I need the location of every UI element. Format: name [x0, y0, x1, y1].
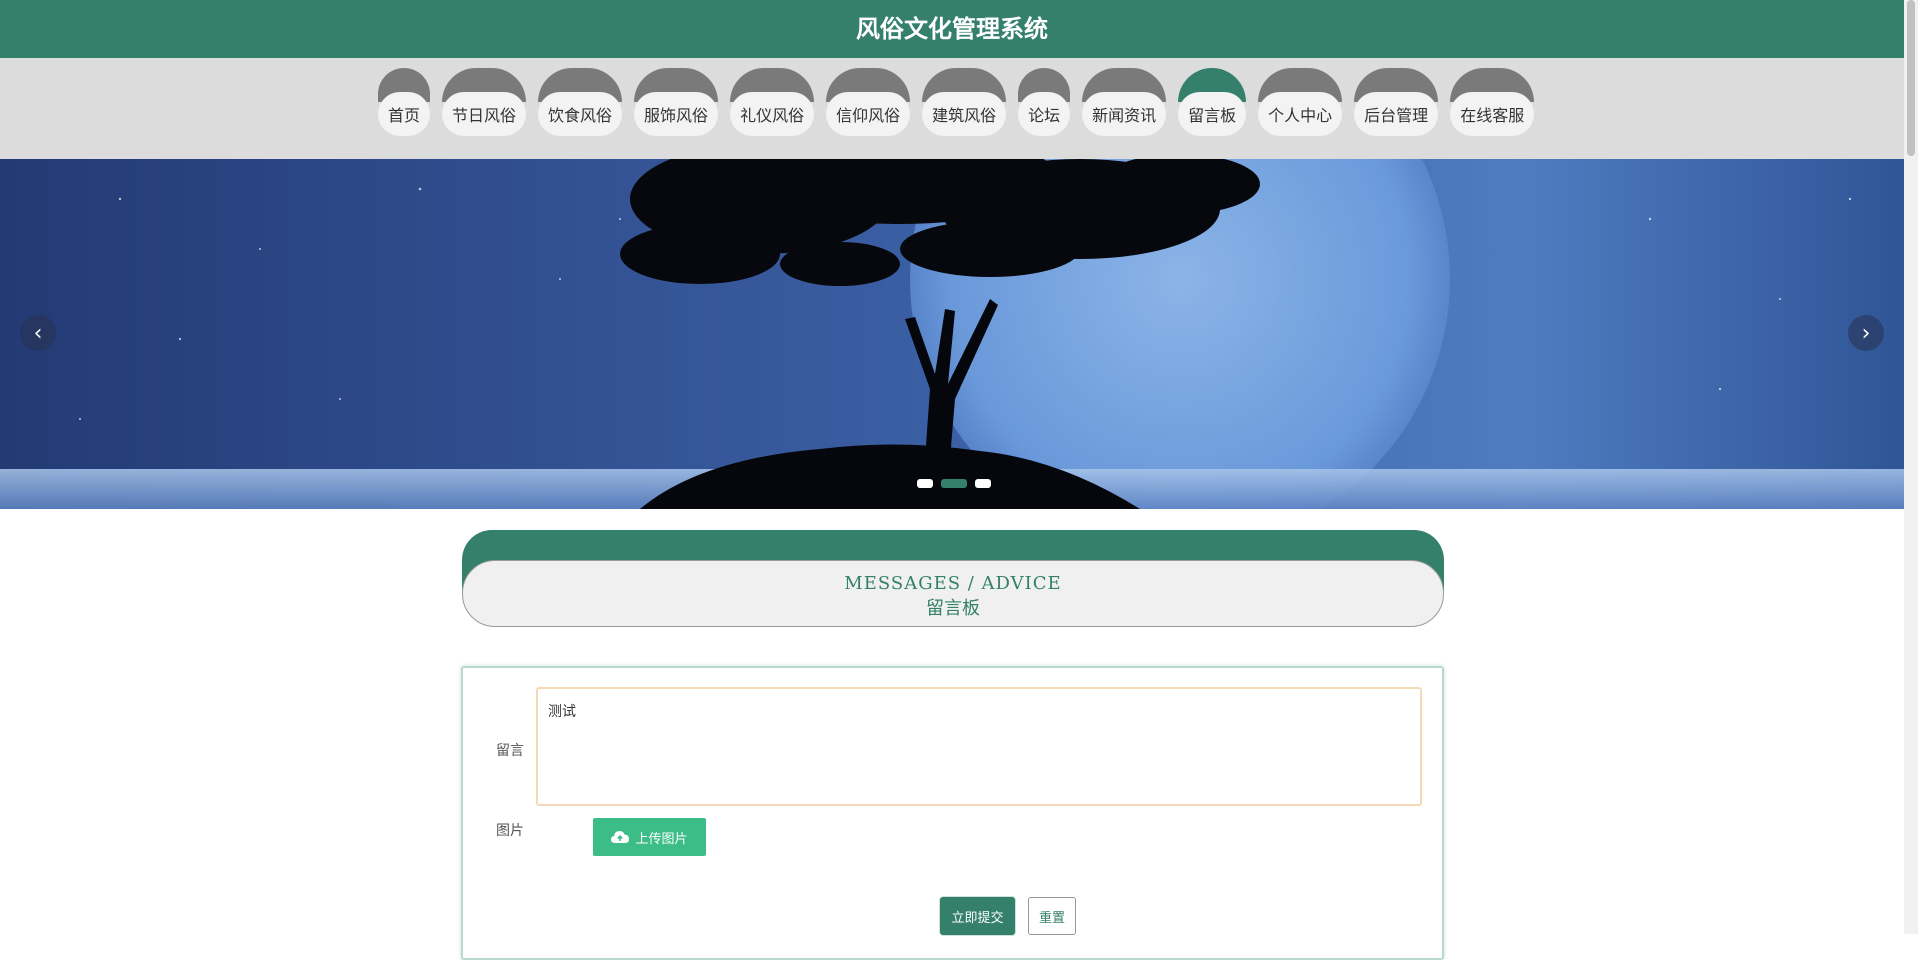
nav-item[interactable]: 后台管理 — [1354, 68, 1439, 137]
nav-item[interactable]: 在线客服 — [1450, 68, 1535, 137]
chevron-right-icon: › — [1861, 320, 1871, 346]
section-title-en: MESSAGES / ADVICE — [844, 573, 1062, 594]
message-form: 留言 测试 图片 上传图片 立即提交 重置 — [461, 666, 1444, 960]
nav-item-label: 信仰风俗 — [826, 92, 911, 136]
carousel-next-button[interactable]: › — [1848, 315, 1884, 351]
banner-carousel: ‹ › — [0, 159, 1904, 509]
nav-item-label: 留言板 — [1178, 92, 1247, 136]
nav-item[interactable]: 礼仪风俗 — [730, 68, 815, 137]
nav-item-label: 个人中心 — [1258, 92, 1343, 136]
submit-button[interactable]: 立即提交 — [940, 897, 1015, 935]
reset-button[interactable]: 重置 — [1028, 897, 1076, 935]
nav-item-label: 服饰风俗 — [634, 92, 719, 136]
nav-item[interactable]: 节日风俗 — [442, 68, 527, 137]
carousel-dot[interactable] — [975, 479, 991, 488]
carousel-dot[interactable] — [917, 479, 933, 488]
nav-item[interactable]: 饮食风俗 — [538, 68, 623, 137]
app-header: 风俗文化管理系统 — [0, 0, 1904, 58]
nav-item-label: 论坛 — [1018, 92, 1071, 136]
image-label: 图片 — [496, 823, 524, 839]
nav-item[interactable]: 首页 — [378, 68, 431, 137]
nav-item[interactable]: 信仰风俗 — [826, 68, 911, 137]
carousel-dot[interactable] — [941, 479, 967, 488]
nav-item-label: 在线客服 — [1450, 92, 1535, 136]
carousel-prev-button[interactable]: ‹ — [20, 315, 56, 351]
chevron-left-icon: ‹ — [33, 320, 43, 346]
section-title-zh: 留言板 — [926, 598, 980, 619]
nav-item[interactable]: 建筑风俗 — [922, 68, 1007, 137]
nav-item-label: 后台管理 — [1354, 92, 1439, 136]
upload-image-button[interactable]: 上传图片 — [593, 818, 706, 856]
nav-item-label: 饮食风俗 — [538, 92, 623, 136]
nav-item-label: 节日风俗 — [442, 92, 527, 136]
upload-image-label: 上传图片 — [635, 831, 688, 847]
nav-item-label: 建筑风俗 — [922, 92, 1007, 136]
nav-item-label: 新闻资讯 — [1082, 92, 1167, 136]
nav-item[interactable]: 留言板 — [1178, 68, 1247, 137]
message-textarea[interactable]: 测试 — [536, 687, 1422, 806]
nav-item-label: 首页 — [378, 92, 431, 136]
nav-item[interactable]: 新闻资讯 — [1082, 68, 1167, 137]
banner-image — [0, 159, 1904, 509]
section-header: MESSAGES / ADVICE 留言板 — [462, 530, 1444, 628]
app-title: 风俗文化管理系统 — [856, 15, 1048, 43]
nav-item[interactable]: 服饰风俗 — [634, 68, 719, 137]
message-label: 留言 — [496, 743, 524, 759]
nav-item[interactable]: 论坛 — [1018, 68, 1071, 137]
section-title-card: MESSAGES / ADVICE 留言板 — [462, 560, 1444, 627]
scrollbar-thumb[interactable] — [1907, 0, 1915, 156]
nav-item-label: 礼仪风俗 — [730, 92, 815, 136]
page-scrollbar[interactable] — [1904, 0, 1918, 934]
nav-item[interactable]: 个人中心 — [1258, 68, 1343, 137]
nav-bar: 首页 节日风俗 饮食风俗 服饰风俗 礼仪风俗 信仰风俗 建筑风俗 论坛 新闻资讯 留言板 个人中心后… — [378, 68, 1546, 137]
cloud-upload-icon — [611, 831, 630, 843]
carousel-indicators — [917, 479, 991, 488]
main-nav: 首页 节日风俗 饮食风俗 服饰风俗 礼仪风俗 信仰风俗 建筑风俗 论坛 新闻资讯 留言板 个人中心后… — [0, 58, 1904, 159]
